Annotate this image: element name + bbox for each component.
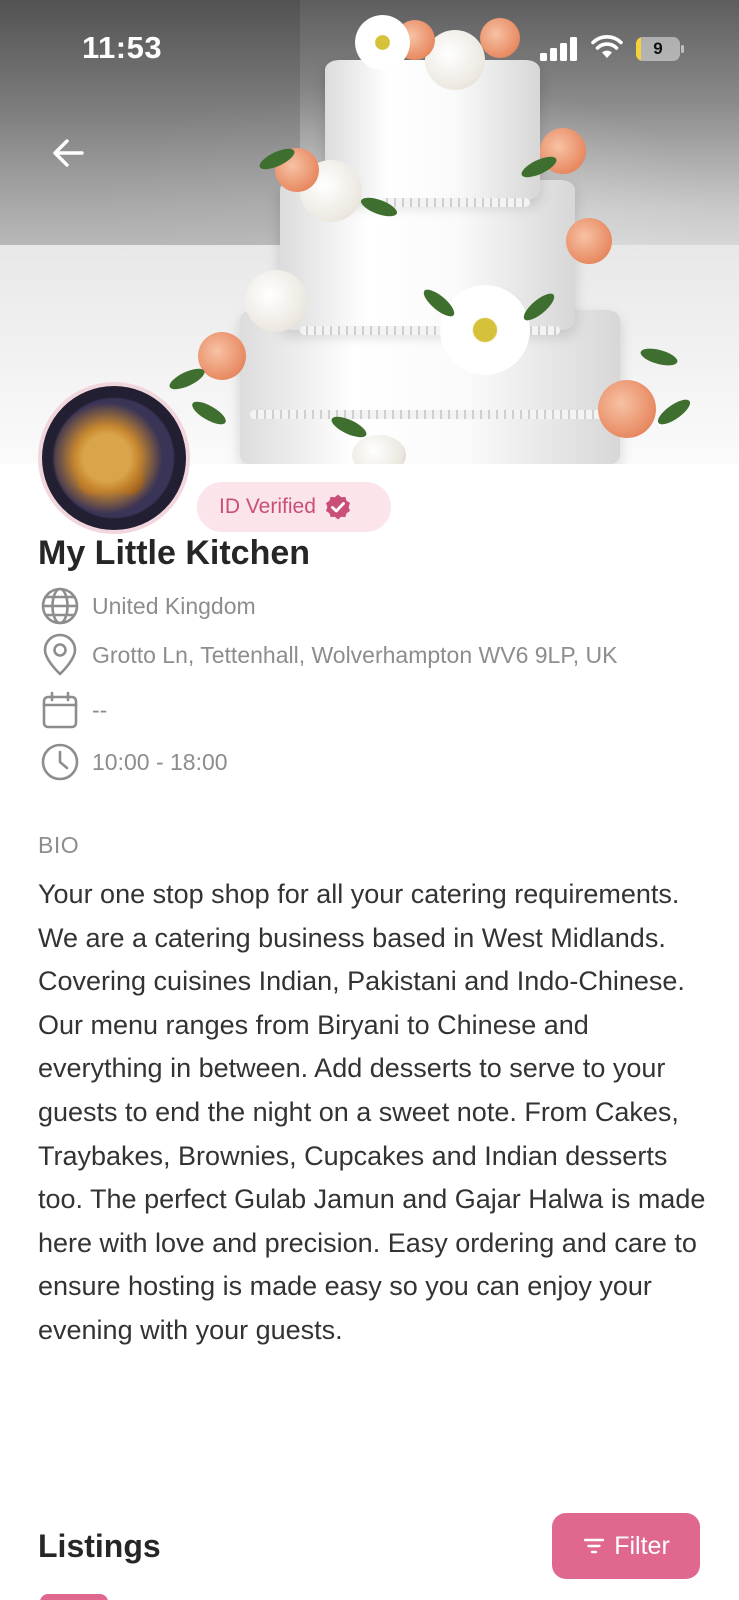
back-button[interactable]	[46, 131, 90, 175]
date-row: --	[38, 688, 107, 732]
cellular-signal-icon	[540, 37, 578, 61]
status-bar: 11:53 9	[0, 0, 739, 100]
country-row: United Kingdom	[38, 584, 256, 628]
battery-level: 9	[653, 39, 663, 58]
listing-category-chip[interactable]	[40, 1594, 108, 1600]
listings-heading: Listings	[38, 1528, 161, 1564]
battery-icon: 9	[636, 37, 684, 61]
country-text: United Kingdom	[92, 592, 256, 619]
avatar-image	[42, 386, 186, 530]
address-text: Grotto Ln, Tettenhall, Wolverhampton WV6…	[92, 641, 618, 668]
globe-icon	[38, 584, 82, 628]
bio-heading: BIO	[38, 832, 80, 858]
hours-text: 10:00 - 18:00	[92, 748, 228, 775]
filter-button[interactable]: Filter	[552, 1513, 700, 1579]
address-row: Grotto Ln, Tettenhall, Wolverhampton WV6…	[38, 633, 617, 677]
id-verified-label: ID Verified	[219, 495, 316, 518]
status-time: 11:53	[82, 30, 163, 65]
arrow-left-icon	[53, 139, 84, 167]
hours-row: 10:00 - 18:00	[38, 740, 228, 784]
filter-label: Filter	[614, 1531, 670, 1560]
bio-text: Your one stop shop for all your catering…	[38, 879, 706, 1345]
avatar	[38, 382, 190, 534]
clock-icon	[38, 740, 82, 784]
wifi-icon	[591, 35, 623, 58]
date-text: --	[92, 696, 108, 723]
calendar-icon	[38, 688, 82, 732]
id-verified-badge: ID Verified	[197, 482, 391, 532]
filter-icon	[584, 1538, 605, 1554]
location-pin-icon	[38, 633, 82, 677]
verified-check-icon	[325, 494, 350, 520]
business-name: My Little Kitchen	[38, 534, 311, 572]
